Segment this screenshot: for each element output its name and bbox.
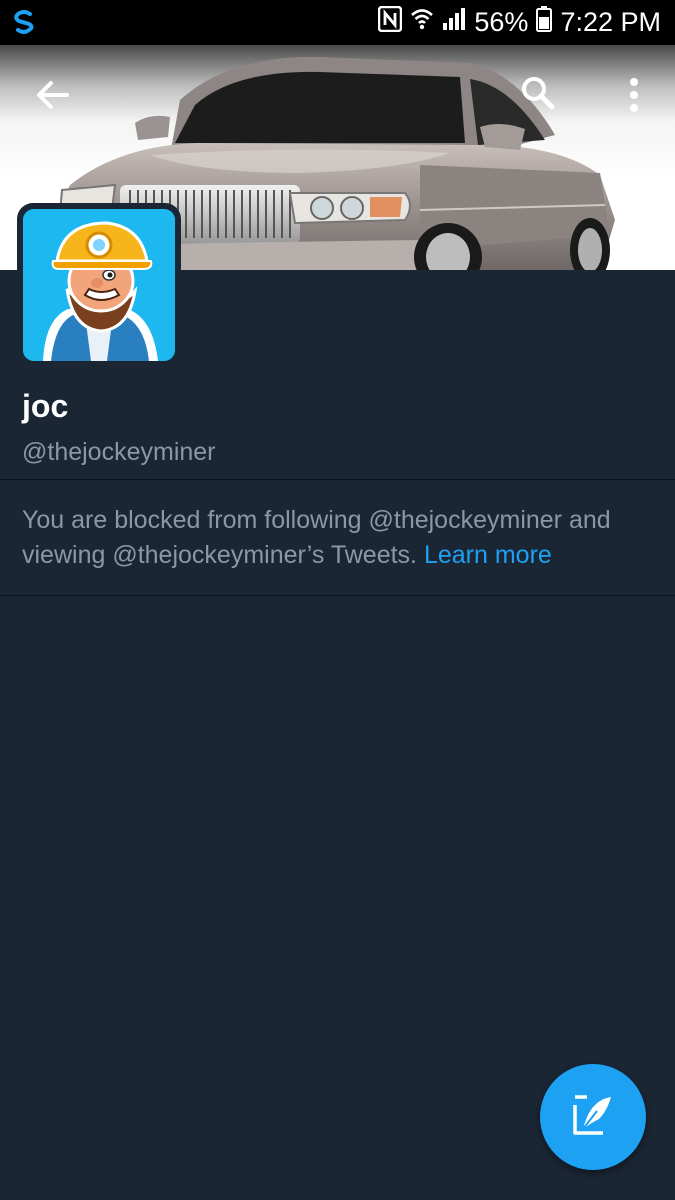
battery-icon xyxy=(536,6,553,39)
blocked-notice-line-1: You are blocked from following @thejocke… xyxy=(22,506,611,534)
battery-percent: 56% xyxy=(474,7,529,37)
learn-more-link[interactable]: Learn more xyxy=(424,541,552,569)
profile-handle: @thejockeyminer xyxy=(22,438,216,466)
avatar-image xyxy=(23,209,175,361)
blocked-notice-text: viewing @thejockeyminer’s Tweets. xyxy=(22,541,417,569)
compose-tweet-icon xyxy=(571,1093,615,1142)
more-vert-icon xyxy=(629,77,639,117)
search-button[interactable] xyxy=(510,67,566,123)
profile-avatar[interactable] xyxy=(17,203,181,367)
back-button[interactable] xyxy=(24,69,80,125)
divider xyxy=(0,595,675,596)
wifi-icon xyxy=(410,7,434,38)
status-bar: 56% 7:22 PM xyxy=(0,0,675,45)
compose-tweet-button[interactable] xyxy=(540,1064,646,1170)
nfc-icon xyxy=(378,5,403,39)
blocked-notice-line-2: viewing @thejockeyminer’s Tweets. Learn … xyxy=(22,538,657,573)
more-options-button[interactable] xyxy=(606,69,662,125)
status-time: 7:22 PM xyxy=(560,7,661,37)
profile-display-name: joc xyxy=(22,388,69,424)
signal-icon xyxy=(442,7,466,38)
app-s-icon xyxy=(10,8,38,41)
search-icon xyxy=(521,76,555,115)
blocked-notice: You are blocked from following @thejocke… xyxy=(22,503,657,573)
back-arrow-icon xyxy=(35,80,69,115)
profile-screen: 56% 7:22 PM joc @thejockeyminer You are … xyxy=(0,0,675,1200)
divider xyxy=(0,479,675,480)
